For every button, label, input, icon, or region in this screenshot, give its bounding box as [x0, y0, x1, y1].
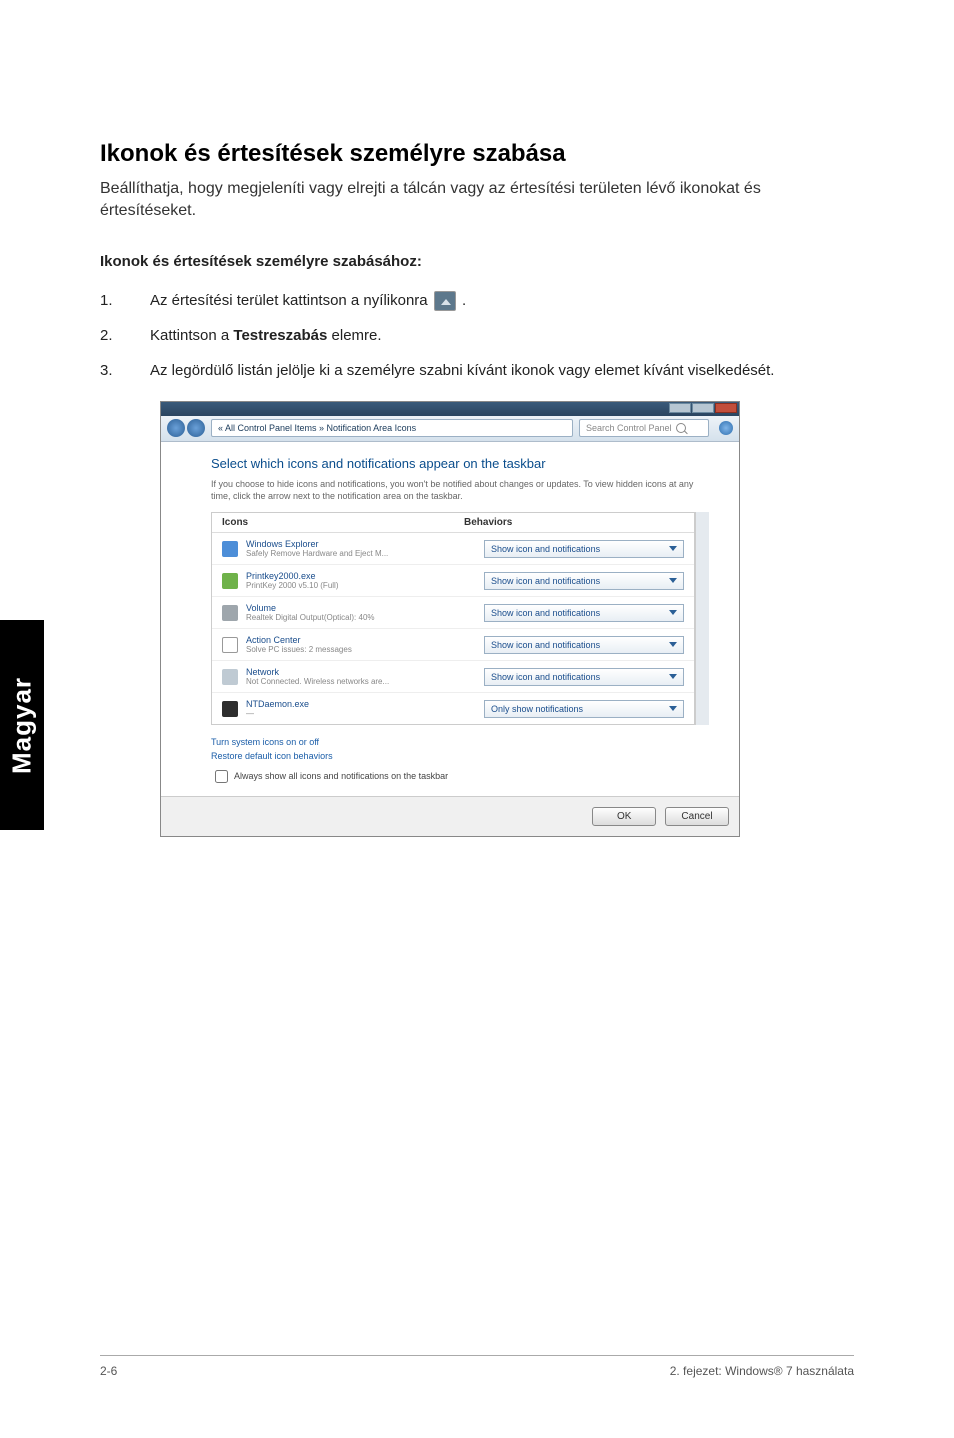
language-tab: Magyar — [0, 620, 44, 830]
action-center-icon — [222, 637, 238, 653]
explorer-icon — [222, 541, 238, 557]
header-icons: Icons — [222, 517, 464, 528]
ok-button[interactable]: OK — [592, 807, 656, 826]
row-name: Volume — [246, 603, 484, 613]
behavior-select[interactable]: Show icon and notifications — [484, 540, 684, 558]
always-show-label: Always show all icons and notifications … — [234, 771, 448, 781]
table-row: Volume Realtek Digital Output(Optical): … — [212, 597, 694, 629]
nav-arrows[interactable] — [167, 419, 205, 437]
address-bar: « All Control Panel Items » Notification… — [161, 416, 739, 442]
search-input[interactable]: Search Control Panel — [579, 419, 709, 437]
row-name: Printkey2000.exe — [246, 571, 484, 581]
behavior-select[interactable]: Show icon and notifications — [484, 572, 684, 590]
behavior-select[interactable]: Show icon and notifications — [484, 668, 684, 686]
row-name: Action Center — [246, 635, 484, 645]
step-1-text-b: . — [462, 292, 466, 309]
steps-list: Az értesítési terület kattintson a nyíli… — [100, 290, 854, 381]
link-restore-defaults[interactable]: Restore default icon behaviors — [211, 751, 709, 761]
step-3: Az legördülő listán jelölje ki a személy… — [100, 360, 854, 381]
maximize-button[interactable] — [692, 403, 714, 413]
behavior-select[interactable]: Only show notifications — [484, 700, 684, 718]
row-sub: Realtek Digital Output(Optical): 40% — [246, 613, 484, 622]
search-placeholder: Search Control Panel — [586, 423, 672, 433]
step-1-text-a: Az értesítési terület kattintson a nyíli… — [150, 292, 432, 309]
dialog-body: Select which icons and notifications app… — [161, 442, 739, 796]
table-row: Action Center Solve PC issues: 2 message… — [212, 629, 694, 661]
help-icon[interactable] — [719, 421, 733, 435]
ntdaemon-icon — [222, 701, 238, 717]
dialog-footer: OK Cancel — [161, 796, 739, 836]
always-show-row: Always show all icons and notifications … — [211, 767, 709, 786]
table-header: Icons Behaviors — [212, 513, 694, 533]
combo-value: Show icon and notifications — [491, 576, 600, 586]
icons-table-wrap: Icons Behaviors Windows Explorer Safely … — [211, 512, 709, 725]
scrollbar[interactable] — [695, 512, 709, 725]
chevron-down-icon — [669, 706, 677, 711]
minimize-button[interactable] — [669, 403, 691, 413]
network-icon — [222, 669, 238, 685]
combo-value: Show icon and notifications — [491, 608, 600, 618]
page-content: Ikonok és értesítések személyre szabása … — [0, 0, 954, 837]
step-1: Az értesítési terület kattintson a nyíli… — [100, 290, 854, 311]
table-row: Network Not Connected. Wireless networks… — [212, 661, 694, 693]
row-name: NTDaemon.exe — [246, 699, 484, 709]
cancel-button[interactable]: Cancel — [665, 807, 729, 826]
combo-value: Show icon and notifications — [491, 640, 600, 650]
behavior-select[interactable]: Show icon and notifications — [484, 636, 684, 654]
window-buttons[interactable] — [669, 403, 737, 413]
page-number: 2-6 — [100, 1364, 117, 1378]
page-title: Ikonok és értesítések személyre szabása — [100, 140, 854, 168]
close-button[interactable] — [715, 403, 737, 413]
always-show-checkbox[interactable] — [215, 770, 228, 783]
table-row: NTDaemon.exe — Only show notifications — [212, 693, 694, 724]
step-2: Kattintson a Testreszabás elemre. — [100, 325, 854, 346]
step-2-text-c: elemre. — [332, 327, 382, 344]
chapter-label: 2. fejezet: Windows® 7 használata — [670, 1364, 854, 1378]
combo-value: Show icon and notifications — [491, 544, 600, 554]
tray-arrow-icon — [434, 291, 456, 311]
printkey-icon — [222, 573, 238, 589]
table-row: Windows Explorer Safely Remove Hardware … — [212, 533, 694, 565]
breadcrumb-text: « All Control Panel Items » Notification… — [218, 423, 416, 433]
table-row: Printkey2000.exe PrintKey 2000 v5.10 (Fu… — [212, 565, 694, 597]
dialog-title: Select which icons and notifications app… — [211, 456, 709, 471]
dialog-links: Turn system icons on or off Restore defa… — [211, 725, 709, 761]
step-2-text-a: Kattintson a — [150, 327, 233, 344]
volume-icon — [222, 605, 238, 621]
header-behaviors: Behaviors — [464, 517, 684, 528]
row-sub: — — [246, 709, 484, 718]
window-titlebar — [161, 402, 739, 416]
combo-value: Only show notifications — [491, 704, 583, 714]
row-sub: Safely Remove Hardware and Eject M... — [246, 549, 484, 558]
link-system-icons[interactable]: Turn system icons on or off — [211, 737, 709, 747]
step-2-bold: Testreszabás — [233, 327, 327, 344]
icons-table: Icons Behaviors Windows Explorer Safely … — [211, 512, 695, 725]
chevron-down-icon — [669, 674, 677, 679]
chevron-down-icon — [669, 546, 677, 551]
chevron-down-icon — [669, 642, 677, 647]
row-sub: PrintKey 2000 v5.10 (Full) — [246, 581, 484, 590]
intro-text: Beállíthatja, hogy megjeleníti vagy elre… — [100, 178, 854, 223]
search-icon — [676, 423, 686, 433]
behavior-select[interactable]: Show icon and notifications — [484, 604, 684, 622]
combo-value: Show icon and notifications — [491, 672, 600, 682]
chevron-down-icon — [669, 578, 677, 583]
dialog-hint: If you choose to hide icons and notifica… — [211, 479, 709, 502]
page-footer: 2-6 2. fejezet: Windows® 7 használata — [100, 1355, 854, 1378]
breadcrumb[interactable]: « All Control Panel Items » Notification… — [211, 419, 573, 437]
row-sub: Not Connected. Wireless networks are... — [246, 677, 484, 686]
row-sub: Solve PC issues: 2 messages — [246, 645, 484, 654]
procedure-heading: Ikonok és értesítések személyre szabásáh… — [100, 253, 854, 270]
back-button[interactable] — [167, 419, 185, 437]
chevron-down-icon — [669, 610, 677, 615]
forward-button[interactable] — [187, 419, 205, 437]
row-name: Network — [246, 667, 484, 677]
row-name: Windows Explorer — [246, 539, 484, 549]
embedded-screenshot: « All Control Panel Items » Notification… — [160, 401, 740, 837]
